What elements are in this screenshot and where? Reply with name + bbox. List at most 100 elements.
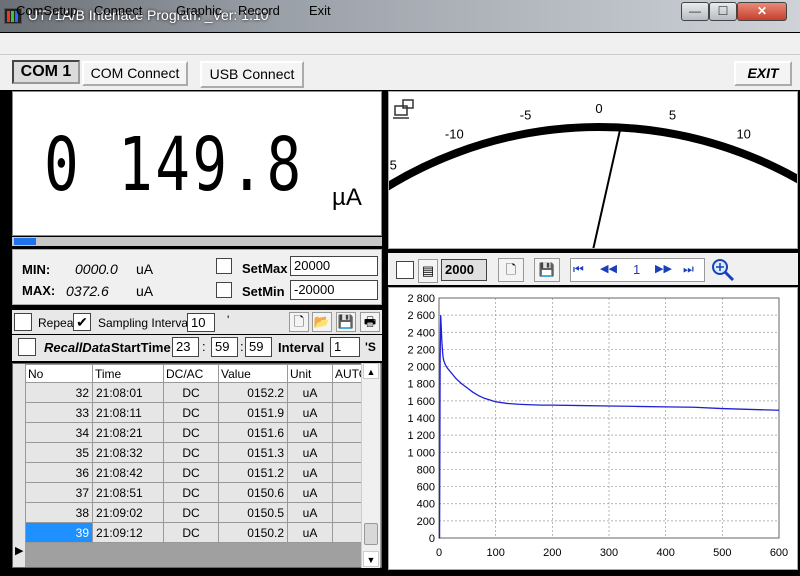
table-row[interactable]: 36 21:08:42 DC 0151.2 uA [25, 462, 378, 483]
new-graph-icon[interactable]: 🗋 [498, 258, 524, 282]
table-cell: 39 [25, 522, 93, 543]
min-unit: uA [136, 261, 154, 277]
y-tick-label: 1 400 [407, 413, 435, 425]
com-connect-button[interactable]: COM Connect [82, 61, 188, 86]
menu-graphic[interactable]: Graphic [176, 3, 222, 18]
table-cell: 21:08:42 [92, 462, 164, 483]
y-tick-label: 1 200 [407, 430, 435, 442]
meter-tick-label: 5 [669, 107, 676, 122]
column-header[interactable]: No [25, 364, 93, 383]
table-cell: 0152.2 [218, 382, 288, 403]
close-button[interactable]: ✕ [737, 2, 787, 21]
menu-connect[interactable]: Connect [94, 3, 142, 18]
x-tick-label: 300 [600, 547, 618, 559]
graph-checkbox[interactable] [396, 261, 414, 279]
sampling-interval-input[interactable]: 10 [187, 313, 215, 332]
table-row[interactable]: 39 21:09:12 DC 0150.2 uA [25, 522, 378, 543]
table-row[interactable]: 32 21:08:01 DC 0152.2 uA [25, 382, 378, 403]
scroll-up-icon[interactable]: ▲ [363, 363, 379, 379]
points-input[interactable]: 2000 [441, 259, 487, 281]
table-cell: 0151.9 [218, 402, 288, 423]
setmax-label: SetMax [242, 261, 288, 276]
new-file-icon[interactable]: 🗋 [289, 312, 309, 332]
save-graph-icon[interactable]: 💾 [534, 258, 560, 282]
prev-page-icon[interactable]: ◀◀ [600, 262, 617, 275]
x-tick-label: 0 [436, 547, 442, 559]
sampling-interval-unit: ' [227, 313, 230, 327]
table-row[interactable]: 33 21:08:11 DC 0151.9 uA [25, 402, 378, 423]
column-header[interactable]: Unit [287, 364, 333, 383]
table-cell: uA [287, 382, 333, 403]
start-minute-input[interactable]: 59 [211, 337, 238, 357]
minimize-button[interactable]: — [681, 2, 709, 21]
open-folder-icon[interactable]: 📂 [312, 312, 332, 332]
setmax-checkbox[interactable] [216, 258, 232, 274]
trend-chart: 0 200 400 600 800 1 000 1 200 1 400 1 600 1 800 2 … [388, 287, 798, 570]
meter-tick-label: -10 [445, 127, 464, 142]
graph-mode-icon[interactable]: ▤ [418, 259, 438, 283]
recall-checkbox[interactable] [18, 338, 36, 356]
table-scrollbar[interactable]: ▲ ▼ [361, 363, 380, 568]
table-row[interactable]: 35 21:08:32 DC 0151.3 uA [25, 442, 378, 463]
scroll-down-icon[interactable]: ▼ [363, 551, 379, 567]
table-row[interactable]: 34 21:08:21 DC 0151.6 uA [25, 422, 378, 443]
exit-button[interactable]: EXIT [734, 61, 792, 86]
sampling-checkbox[interactable]: ✔ [73, 313, 91, 331]
print-icon[interactable]: 🖶 [360, 312, 380, 332]
table-cell: DC [163, 382, 219, 403]
min-label: MIN: [22, 262, 51, 277]
table-cell: 0150.6 [218, 482, 288, 503]
min-value: 0000.0 [75, 261, 118, 277]
x-tick-label: 100 [486, 547, 504, 559]
column-header[interactable]: Value [218, 364, 288, 383]
y-tick-label: 400 [417, 499, 435, 511]
table-cell: uA [287, 502, 333, 523]
table-cell: uA [287, 442, 333, 463]
table-cell: 33 [25, 402, 93, 423]
table-cell: 0151.6 [218, 422, 288, 443]
maximize-button[interactable]: ☐ [709, 2, 737, 21]
usb-connect-button[interactable]: USB Connect [200, 61, 304, 88]
x-tick-label: 600 [770, 547, 788, 559]
x-tick-label: 400 [656, 547, 674, 559]
y-tick-label: 2 000 [407, 362, 435, 374]
menu-exit[interactable]: Exit [309, 3, 331, 18]
zoom-icon[interactable] [710, 257, 736, 283]
table-cell: 0151.2 [218, 462, 288, 483]
table-cell: uA [287, 402, 333, 423]
table-cell: 0150.5 [218, 502, 288, 523]
table-cell: 35 [25, 442, 93, 463]
column-header[interactable]: DC/AC [163, 364, 219, 383]
table-row[interactable]: 37 21:08:51 DC 0150.6 uA [25, 482, 378, 503]
meter-tick-label: 10 [736, 127, 750, 142]
table-cell: DC [163, 502, 219, 523]
max-label: MAX: [22, 283, 56, 298]
time-separator: : [240, 339, 244, 354]
first-page-icon[interactable]: ⏮ [573, 262, 584, 277]
table-row[interactable]: 38 21:09:02 DC 0150.5 uA [25, 502, 378, 523]
max-unit: uA [136, 283, 154, 299]
menu-comsetup[interactable]: ComSetup [16, 3, 77, 18]
last-page-icon[interactable]: ⏭ [683, 262, 694, 277]
next-page-icon[interactable]: ▶▶ [655, 262, 672, 275]
monitor-icon [393, 99, 414, 119]
row-selector-column [13, 364, 25, 567]
table-cell: 37 [25, 482, 93, 503]
interval-label: Interval [278, 340, 325, 355]
setmin-checkbox[interactable] [216, 282, 232, 298]
repeat-checkbox[interactable] [14, 313, 32, 331]
analog-meter: -20-15-10-505101520 [388, 91, 798, 249]
data-table: ▶ No Time DC/AC Value Unit AUTO 32 21:08:01 DC 0… [12, 363, 382, 568]
y-tick-label: 2 800 [407, 293, 435, 305]
interval-input[interactable]: 1 [330, 337, 360, 357]
setmin-input[interactable]: -20000 [290, 280, 378, 300]
start-hour-input[interactable]: 23 [172, 337, 199, 357]
start-second-input[interactable]: 59 [245, 337, 272, 357]
setmax-input[interactable]: 20000 [290, 256, 378, 276]
menu-record[interactable]: Record [238, 3, 280, 18]
column-header[interactable]: Time [92, 364, 164, 383]
table-cell: 0151.3 [218, 442, 288, 463]
y-tick-label: 800 [417, 464, 435, 476]
save-icon[interactable]: 💾 [336, 312, 356, 332]
scroll-thumb[interactable] [364, 523, 378, 545]
